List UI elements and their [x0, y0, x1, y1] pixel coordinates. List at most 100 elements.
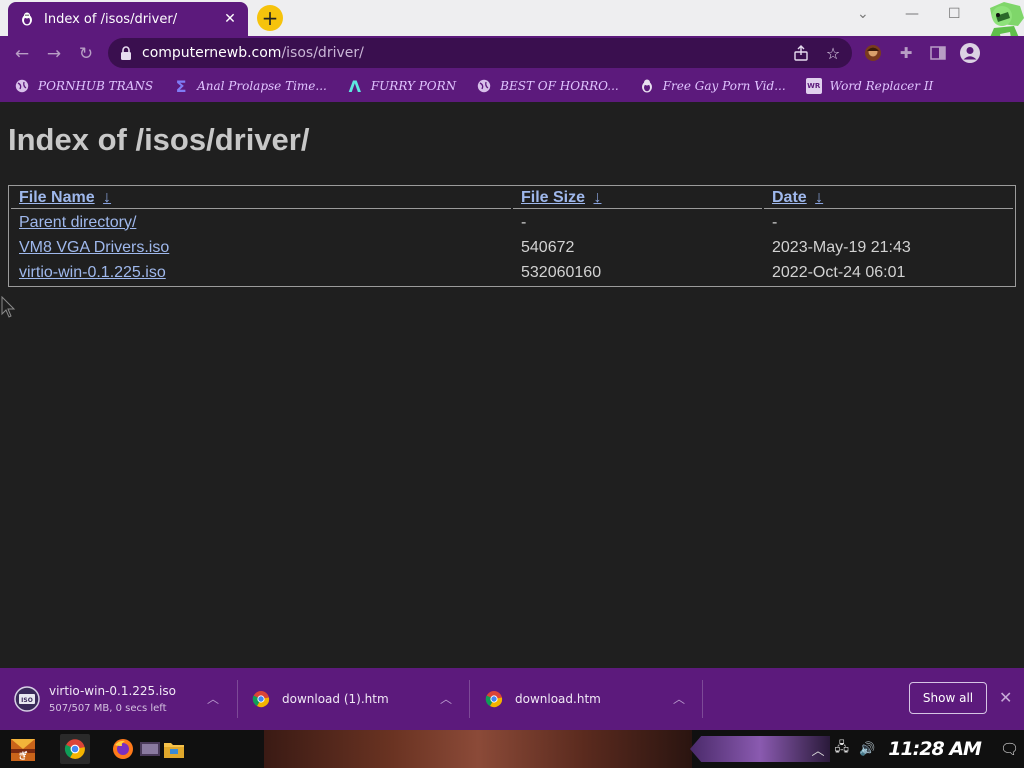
- lambda-icon: Λ: [348, 76, 362, 96]
- chrome-icon: [252, 690, 270, 708]
- bookmark-item[interactable]: WR Word Replacer II: [805, 74, 934, 98]
- firefox-taskbar-icon[interactable]: [108, 734, 138, 764]
- file-link[interactable]: virtio-win-0.1.225.iso: [19, 264, 166, 281]
- new-tab-button[interactable]: +: [257, 5, 283, 31]
- iso-disc-icon: ISO: [14, 686, 40, 712]
- wr-icon: WR: [805, 78, 822, 94]
- chevron-up-icon[interactable]: ︿: [812, 740, 825, 759]
- table-row: Parent directory/ - -: [11, 211, 1013, 234]
- mouse-cursor-icon: [1, 296, 16, 318]
- page-title: Index of /isos/driver/: [8, 122, 310, 157]
- maximize-icon[interactable]: ☐: [948, 6, 961, 22]
- download-status: 507/507 MB, 0 secs left: [49, 703, 167, 714]
- tab-search-icon[interactable]: ⌄: [857, 6, 869, 22]
- bookmark-item[interactable]: Free Gay Porn Vid...: [639, 74, 786, 98]
- column-header-date[interactable]: Date ↓: [764, 188, 1013, 209]
- url-path: /isos/driver/: [281, 45, 364, 61]
- file-listing-table: File Name ↓ File Size ↓ Date ↓ Parent di…: [8, 185, 1016, 287]
- extension-avatar-icon[interactable]: [864, 44, 882, 62]
- bookmark-item[interactable]: Λ FURRY PORN: [347, 74, 457, 98]
- browser-toolbar: ← → ↻ computernewb.com/isos/driver/ ☆ ✚: [0, 36, 1024, 70]
- url-text: computernewb.com/isos/driver/: [142, 45, 364, 61]
- side-panel-icon[interactable]: [929, 44, 947, 62]
- file-name-cell: Parent directory/: [11, 211, 511, 234]
- tab-active[interactable]: Index of /isos/driver/ ✕: [8, 2, 248, 36]
- volume-icon[interactable]: 🔊: [859, 742, 875, 757]
- file-date-cell: 2022-Oct-24 06:01: [772, 263, 906, 281]
- svg-text:ISO: ISO: [21, 697, 33, 704]
- start-button[interactable]: ぎ: [8, 734, 38, 764]
- chevron-up-icon[interactable]: ︿: [440, 690, 452, 707]
- reload-button[interactable]: ↻: [75, 43, 97, 65]
- taskbar-wallpaper-strip: [264, 730, 692, 768]
- file-date-cell: 2023-May-19 21:43: [772, 238, 911, 256]
- taskbar-window-thumbnail[interactable]: [140, 734, 160, 764]
- file-link[interactable]: VM8 VGA Drivers.iso: [19, 239, 169, 256]
- share-icon[interactable]: [792, 44, 810, 62]
- network-icon[interactable]: 🖧: [835, 738, 850, 760]
- bookmark-label: Free Gay Porn Vid...: [662, 79, 786, 93]
- chrome-icon: [485, 690, 503, 708]
- column-header-link[interactable]: Date: [772, 189, 807, 206]
- bookmark-label: BEST OF HORRO...: [500, 79, 619, 93]
- bookmark-item[interactable]: PORNHUB TRANS: [14, 74, 153, 98]
- download-item[interactable]: download (1).htm: [252, 668, 452, 730]
- back-button[interactable]: ←: [11, 43, 33, 65]
- minimize-icon[interactable]: —: [905, 6, 919, 22]
- file-name-cell: VM8 VGA Drivers.iso: [11, 236, 511, 259]
- bookmark-item[interactable]: Σ Anal Prolapse Time...: [173, 74, 327, 98]
- extensions-puzzle-icon[interactable]: ✚: [897, 44, 915, 62]
- file-size-cell: -: [521, 213, 527, 231]
- close-icon[interactable]: ✕: [999, 688, 1012, 707]
- sort-arrow-icon[interactable]: ↓: [815, 189, 823, 206]
- column-header-link[interactable]: File Size: [521, 189, 585, 206]
- page-content: Index of /isos/driver/ File Name ↓ File …: [0, 102, 1024, 668]
- penguin-favicon-icon: [20, 12, 34, 26]
- tab-strip: Index of /isos/driver/ ✕ + ⌄ — ☐: [0, 0, 1024, 60]
- file-date-cell: -: [772, 213, 778, 231]
- file-explorer-icon[interactable]: [159, 734, 189, 764]
- penguin-icon: [639, 78, 655, 94]
- bookmark-label: PORNHUB TRANS: [38, 79, 154, 93]
- profile-avatar-icon[interactable]: [959, 42, 981, 64]
- bookmark-item[interactable]: BEST OF HORRO...: [476, 74, 619, 98]
- system-tray: ︿ 🖧 🔊 11:28 AM 🗨: [807, 730, 1024, 768]
- sort-arrow-icon[interactable]: ↓: [593, 189, 601, 206]
- file-name-cell: virtio-win-0.1.225.iso: [11, 261, 511, 284]
- globe-icon: [476, 78, 492, 94]
- download-item[interactable]: ISO virtio-win-0.1.225.iso 507/507 MB, 0…: [14, 668, 224, 730]
- download-item[interactable]: download.htm: [485, 668, 685, 730]
- download-separator: [237, 680, 238, 718]
- download-filename: virtio-win-0.1.225.iso: [49, 684, 176, 698]
- chevron-up-icon[interactable]: ︿: [207, 690, 219, 707]
- column-header-name[interactable]: File Name ↓: [11, 188, 511, 209]
- column-header-link[interactable]: File Name: [19, 189, 95, 206]
- column-header-size[interactable]: File Size ↓: [513, 188, 762, 209]
- bookmark-star-icon[interactable]: ☆: [824, 44, 842, 63]
- download-separator: [469, 680, 470, 718]
- address-bar[interactable]: computernewb.com/isos/driver/ ☆: [108, 38, 852, 68]
- chrome-taskbar-icon[interactable]: [60, 734, 90, 764]
- globe-icon: [14, 78, 30, 94]
- download-separator: [702, 680, 703, 718]
- tab-title: Index of /isos/driver/: [44, 11, 178, 27]
- url-host: computernewb.com: [142, 45, 282, 61]
- bookmarks-bar: PORNHUB TRANS Σ Anal Prolapse Time... Λ …: [0, 70, 1024, 102]
- notification-icon[interactable]: 🗨: [1000, 740, 1019, 758]
- download-filename: download (1).htm: [282, 692, 389, 706]
- sort-arrow-icon[interactable]: ↓: [103, 189, 111, 206]
- show-all-downloads-button[interactable]: Show all: [909, 682, 987, 714]
- close-icon[interactable]: ✕: [222, 11, 238, 27]
- sigma-icon: Σ: [175, 76, 187, 96]
- downloads-bar: ISO virtio-win-0.1.225.iso 507/507 MB, 0…: [0, 668, 1024, 730]
- table-row: virtio-win-0.1.225.iso 532060160 2022-Oc…: [11, 261, 1013, 284]
- bookmark-label: Word Replacer II: [829, 79, 934, 93]
- taskbar: ぎ ︿ 🖧 🔊 11:28 AM 🗨: [0, 730, 1024, 768]
- bookmark-label: Anal Prolapse Time...: [197, 79, 327, 93]
- taskbar-clock[interactable]: 11:28 AM: [888, 738, 982, 760]
- file-link[interactable]: Parent directory/: [19, 214, 136, 231]
- forward-button[interactable]: →: [43, 43, 65, 65]
- file-size-cell: 540672: [521, 238, 575, 256]
- table-header-row: File Name ↓ File Size ↓ Date ↓: [11, 188, 1013, 209]
- chevron-up-icon[interactable]: ︿: [673, 690, 685, 707]
